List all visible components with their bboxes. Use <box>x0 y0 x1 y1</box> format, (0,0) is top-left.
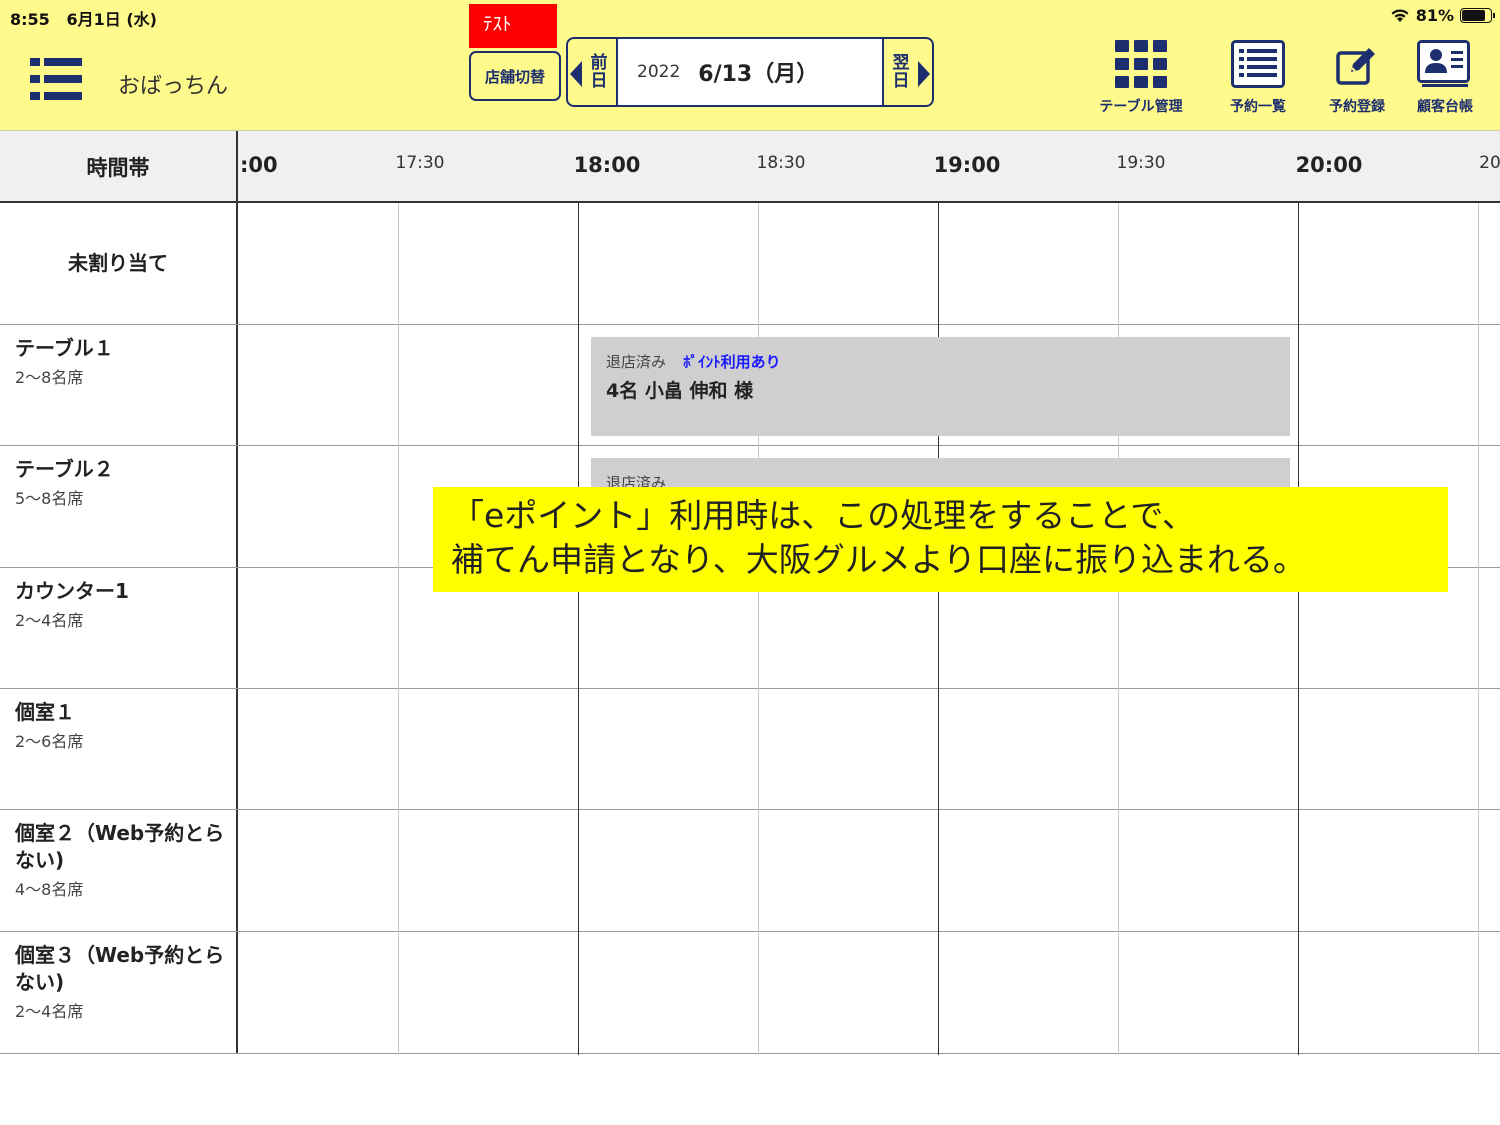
reservation-guest: 4名 小畠 伸和 様 <box>606 380 754 402</box>
table-row-header-text: 個室２（Web予約とらない) 4〜8名席 <box>15 820 236 900</box>
reservation-block[interactable]: 退店済み ﾎﾟｲﾝﾄ利用あり 4名 小畠 伸和 様 <box>591 337 1290 436</box>
table-seats: 2〜6名席 <box>15 732 84 751</box>
table-seats: 4〜8名席 <box>15 880 84 899</box>
customer-ledger-button[interactable]: 顧客台帳 <box>1395 38 1495 116</box>
time-slot-column-title: 時間帯 <box>0 131 238 203</box>
battery-icon <box>1460 8 1495 23</box>
table-row[interactable]: 個室１ 2〜6名席 <box>0 689 1500 810</box>
grid-icon <box>1115 40 1167 88</box>
table-row-header: カウンター1 2〜4名席 <box>0 568 238 688</box>
app-header: 8:55 6月1日 (水) 81% おばっちん ﾃｽﾄ 店舗切替 前 日 202… <box>0 0 1500 131</box>
table-row-header: 個室１ 2〜6名席 <box>0 689 238 809</box>
table-name: 個室３（Web予約とらない) <box>15 943 225 994</box>
point-usage-label: ﾎﾟｲﾝﾄ利用あり <box>683 353 781 371</box>
table-row[interactable]: 個室２（Web予約とらない) 4〜8名席 <box>0 810 1500 932</box>
edit-icon <box>1336 48 1375 85</box>
wifi-icon <box>1391 9 1409 22</box>
time-label: 17:30 <box>395 153 445 173</box>
table-name: カウンター1 <box>15 579 129 603</box>
table-row-header-text: テーブル２ 5〜8名席 <box>15 456 236 509</box>
table-management-button[interactable]: テーブル管理 <box>1091 38 1191 116</box>
table-row[interactable]: 個室３（Web予約とらない) 2〜4名席 <box>0 932 1500 1054</box>
time-grid-line <box>1478 203 1479 1055</box>
contact-card-icon <box>1417 40 1470 87</box>
table-row-header-text: 未割り当て <box>68 250 168 277</box>
time-grid-line <box>1298 203 1299 1055</box>
table-name: テーブル１ <box>15 336 114 360</box>
table-seats: 2〜8名席 <box>15 368 84 387</box>
annotation-callout: 「eポイント」利用時は、この処理をすることで、 補てん申請となり、大阪グルメより… <box>433 487 1448 592</box>
time-grid-line <box>938 203 939 1055</box>
reservation-register-button[interactable]: 予約登録 <box>1307 38 1407 116</box>
table-row-header: 未割り当て <box>0 203 238 324</box>
time-label: 19:00 <box>933 153 1001 177</box>
time-label: 18:30 <box>756 153 806 173</box>
time-label: 18:00 <box>573 153 641 177</box>
time-label: 20 <box>1479 153 1500 173</box>
status-bar-time: 8:55 6月1日 (水) <box>10 10 157 29</box>
table-row-header: テーブル２ 5〜8名席 <box>0 446 238 567</box>
table-row-header-text: テーブル１ 2〜8名席 <box>15 335 236 388</box>
table-name: 未割り当て <box>68 251 168 275</box>
timeline-header: 時間帯 :00 17:30 18:00 18:30 19:00 19:30 20:00 20 <box>0 131 1500 203</box>
time-label: 20:00 <box>1295 153 1363 177</box>
top-action-bar: テーブル管理 予約一覧 予約登録 顧客台帳 <box>0 38 1500 118</box>
table-seats: 5〜8名席 <box>15 489 84 508</box>
time-grid-line <box>1118 203 1119 1055</box>
table-seats: 2〜4名席 <box>15 611 84 630</box>
table-name: 個室２（Web予約とらない) <box>15 821 225 872</box>
battery-percent: 81% <box>1415 6 1454 25</box>
table-row-header-text: 個室３（Web予約とらない) 2〜4名席 <box>15 942 236 1022</box>
time-label: 19:30 <box>1116 153 1166 173</box>
table-seats: 2〜4名席 <box>15 1002 84 1021</box>
callout-line-1: 「eポイント」利用時は、この処理をすることで、 <box>451 496 1195 535</box>
callout-line-2: 補てん申請となり、大阪グルメより口座に振り込まれる。 <box>451 540 1307 579</box>
table-row-header-text: 個室１ 2〜6名席 <box>15 699 236 752</box>
time-grid-line <box>758 203 759 1055</box>
list-icon <box>1231 40 1285 88</box>
unassigned-row[interactable]: 未割り当て <box>0 203 1500 325</box>
reservation-list-button[interactable]: 予約一覧 <box>1208 38 1308 116</box>
reservation-grid: 未割り当て テーブル１ 2〜8名席 テーブル２ 5〜8名席 カウンター1 2〜4名席 個室１ 2… <box>0 203 1500 1055</box>
table-row-header: 個室３（Web予約とらない) 2〜4名席 <box>0 932 238 1053</box>
reservation-status: 退店済み <box>606 353 667 371</box>
time-grid-line <box>578 203 579 1055</box>
table-row-header-text: カウンター1 2〜4名席 <box>15 578 236 631</box>
time-label: :00 <box>240 153 278 177</box>
table-row-header: テーブル１ 2〜8名席 <box>0 325 238 445</box>
table-name: 個室１ <box>15 700 75 724</box>
table-name: テーブル２ <box>15 457 114 481</box>
status-bar-indicators: 81% <box>1390 6 1495 25</box>
table-row-header: 個室２（Web予約とらない) 4〜8名席 <box>0 810 238 931</box>
time-grid-line <box>398 203 399 1055</box>
